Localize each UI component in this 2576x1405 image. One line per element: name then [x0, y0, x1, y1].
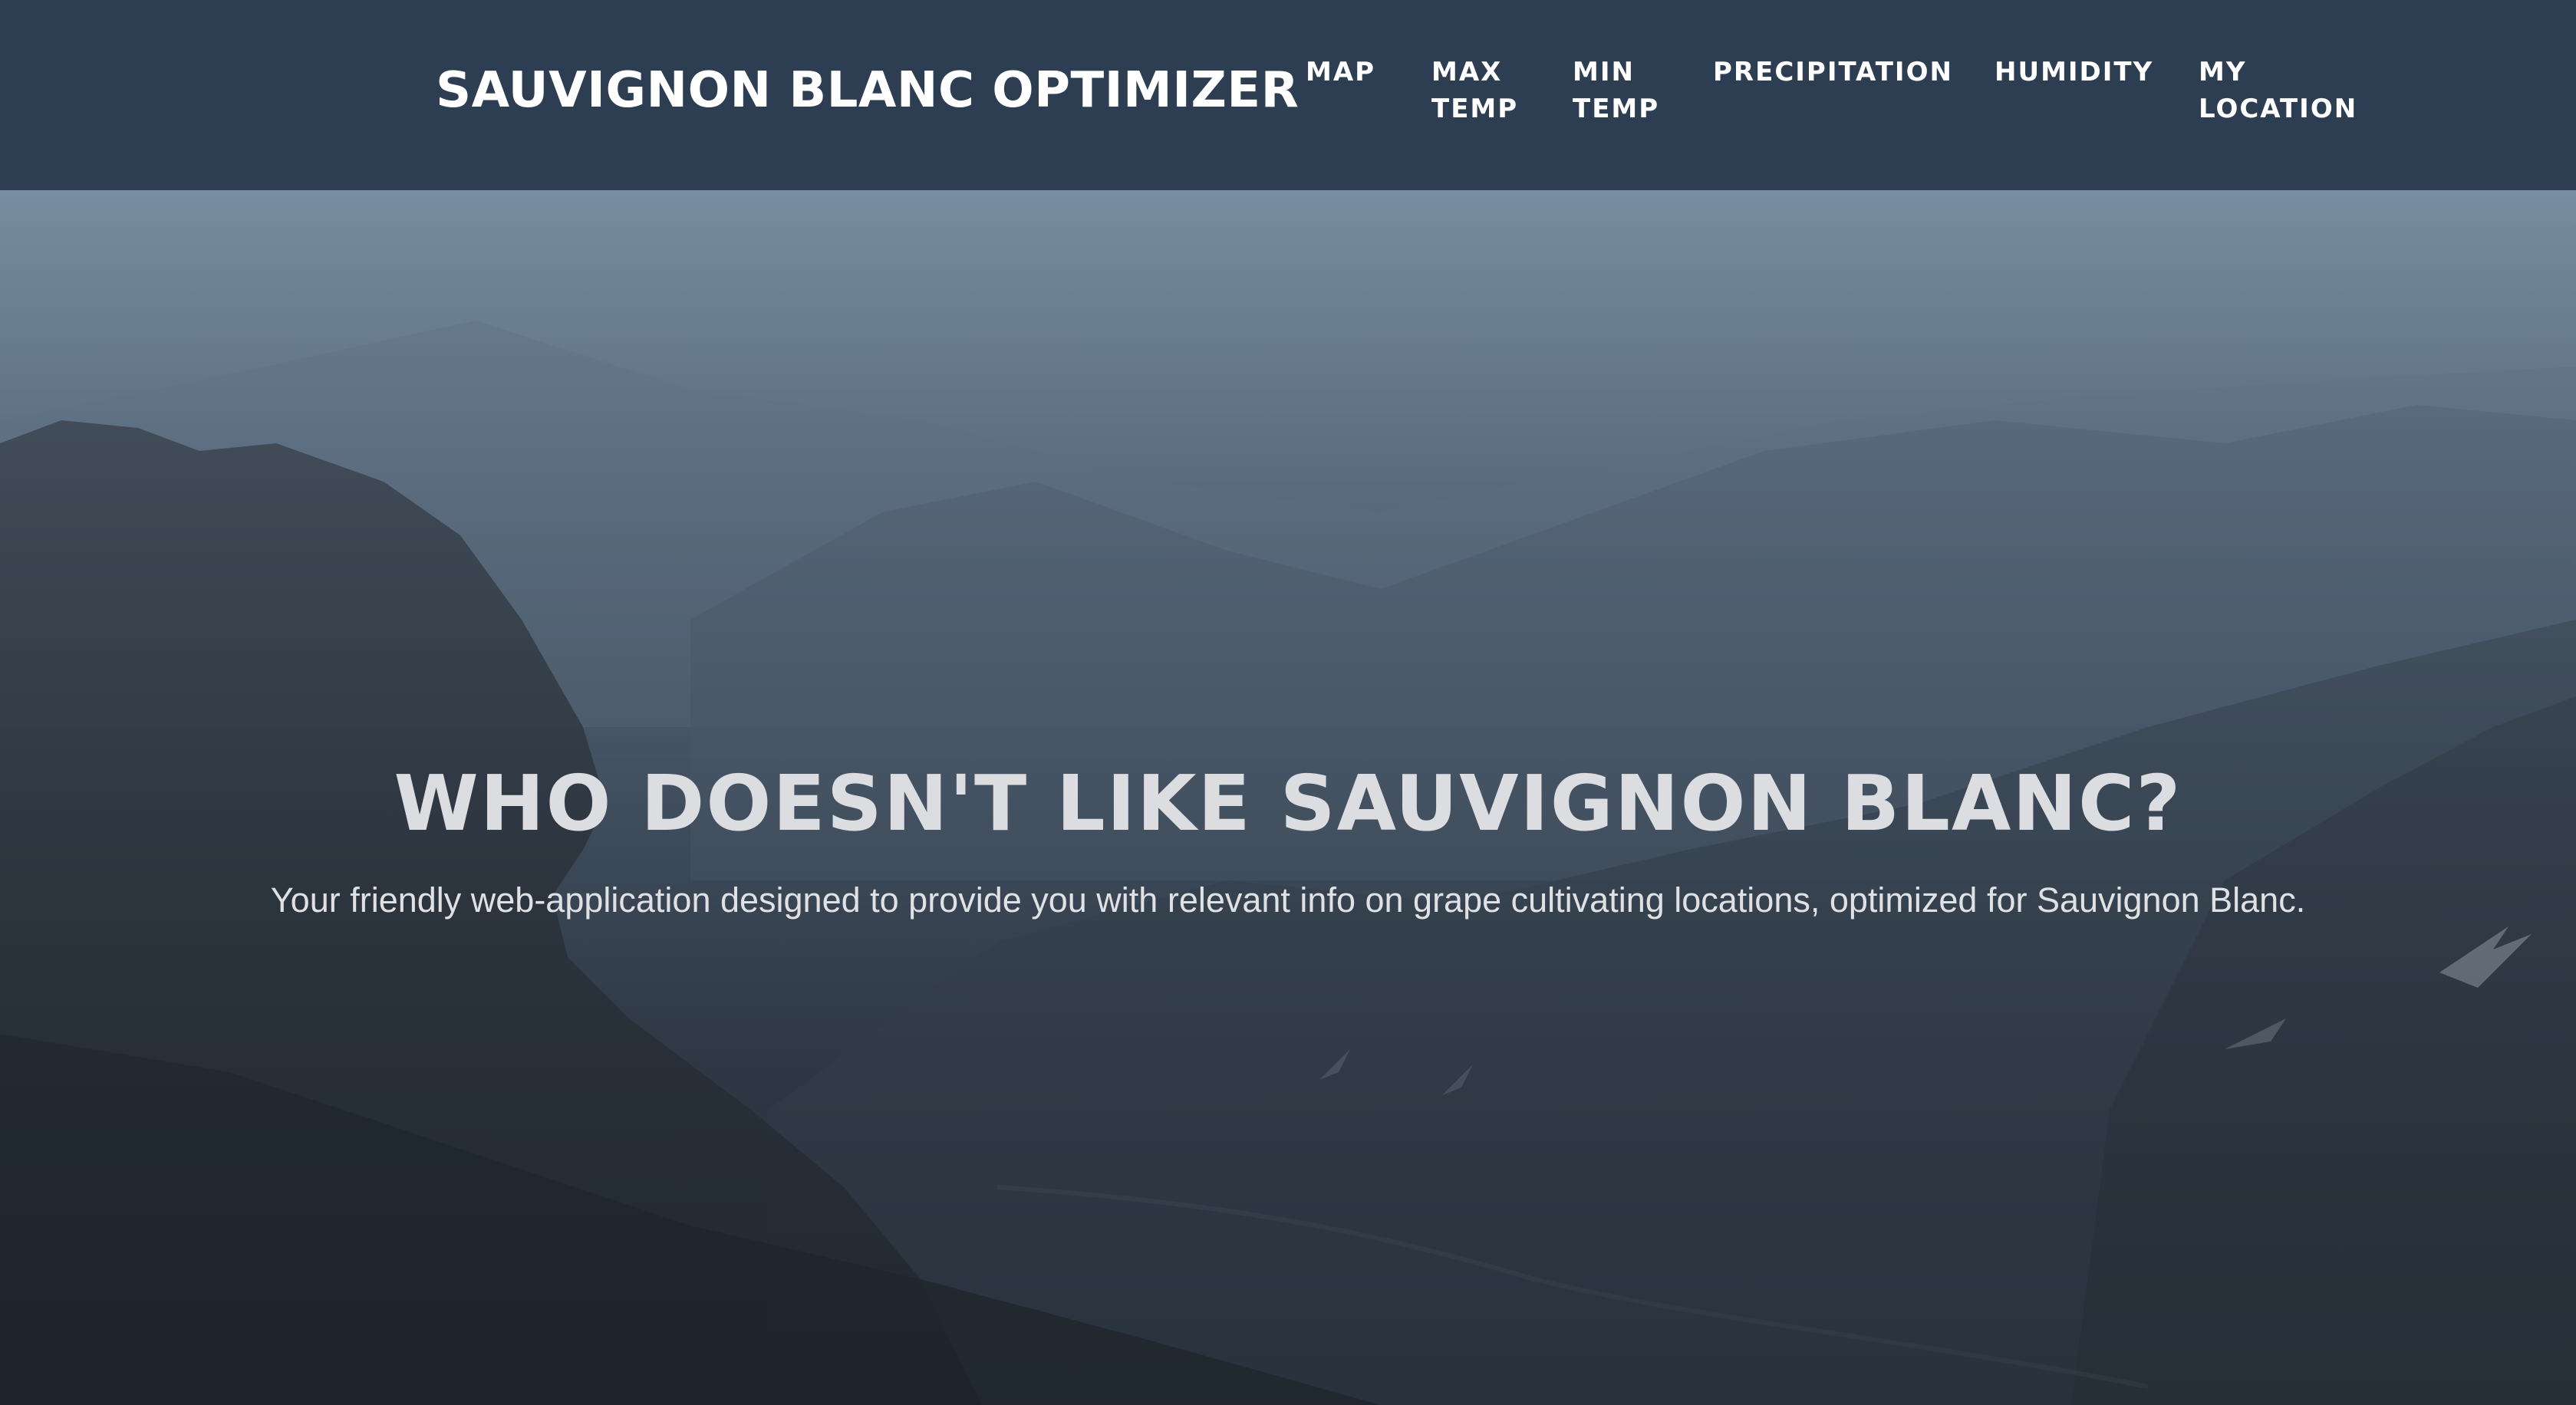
nav-item-label: MIN [1573, 57, 1635, 87]
nav-item-label: MAP [1306, 57, 1376, 87]
nav-item-label: LOCATION [2199, 94, 2358, 124]
brand-title[interactable]: SAUVIGNON BLANC OPTIMIZER [436, 58, 1299, 123]
hero-subtitle: Your friendly web-application designed t… [270, 880, 2306, 920]
nav-item-label: TEMP [1573, 94, 1660, 124]
top-navbar: SAUVIGNON BLANC OPTIMIZER MAP MAX TEMP M… [0, 0, 2576, 190]
hero-title: WHO DOESN'T LIKE SAUVIGNON BLANC? [394, 758, 2182, 848]
nav-item-min-temp[interactable]: MIN TEMP [1573, 54, 1659, 127]
nav-item-map[interactable]: MAP [1306, 54, 1375, 90]
nav-item-label: PRECIPITATION [1713, 57, 1953, 87]
hero-section: WHO DOESN'T LIKE SAUVIGNON BLANC? Your f… [0, 190, 2576, 1405]
nav-item-label: MAX [1431, 57, 1503, 87]
nav-item-humidity[interactable]: HUMIDITY [1995, 54, 2153, 90]
nav-item-max-temp[interactable]: MAX TEMP [1431, 54, 1518, 127]
nav-item-my-location[interactable]: MY LOCATION [2199, 54, 2357, 127]
nav-item-precipitation[interactable]: PRECIPITATION [1713, 54, 1953, 90]
nav-item-label: HUMIDITY [1995, 57, 2154, 87]
nav-item-label: TEMP [1431, 94, 1519, 124]
nav-item-label: MY [2199, 57, 2247, 87]
